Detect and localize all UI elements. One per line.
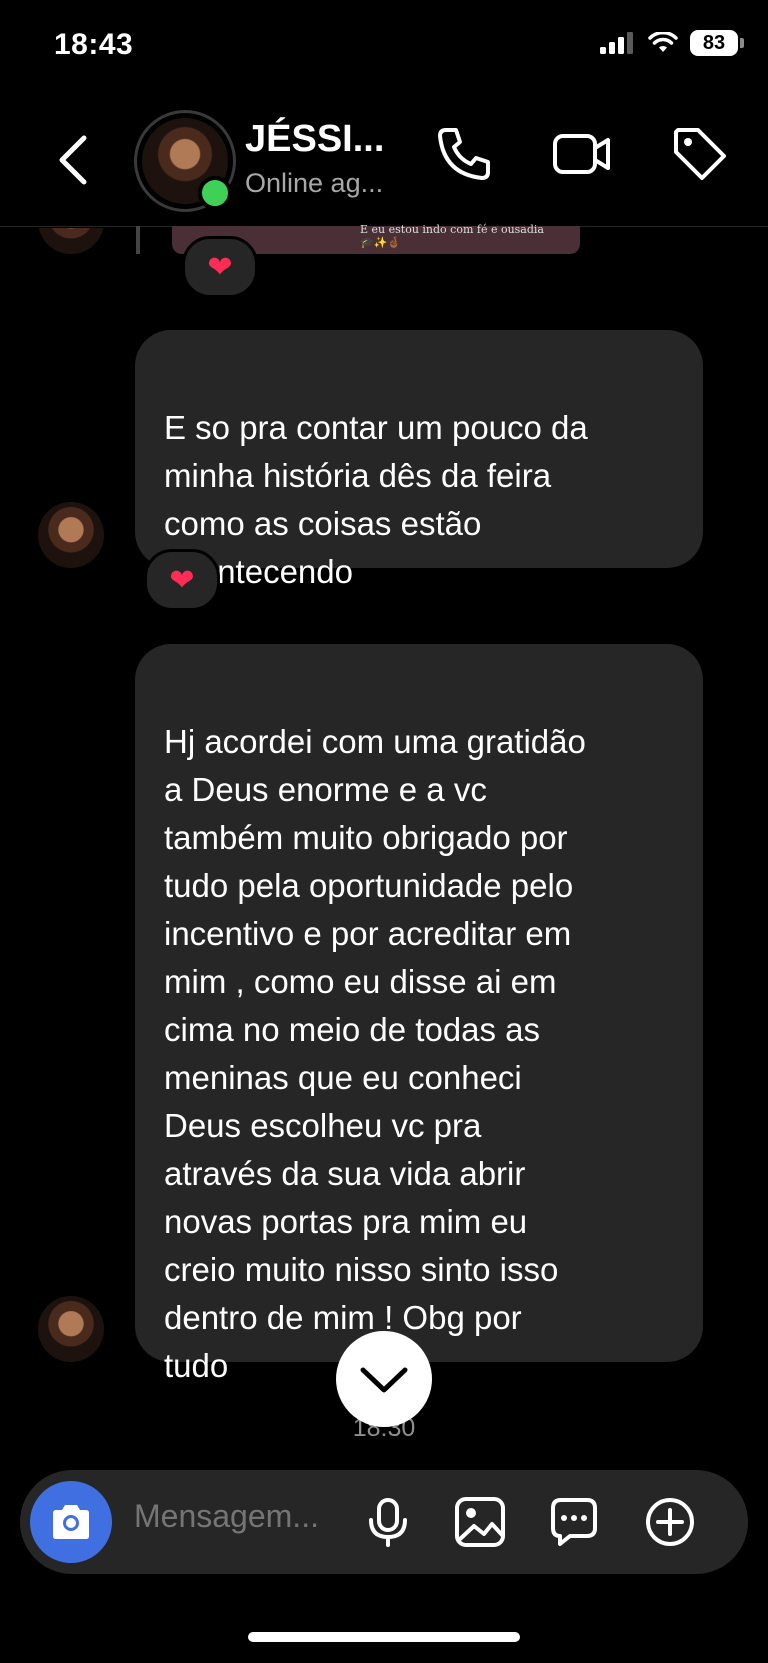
media-caption-emojis: 🎓✨🤞🏾 [360, 236, 402, 249]
sticker-icon[interactable] [548, 1496, 600, 1548]
message-composer [20, 1470, 748, 1574]
camera-icon [53, 1505, 89, 1539]
signal-icon [600, 32, 633, 54]
tag-icon[interactable] [668, 122, 732, 186]
scroll-to-bottom-button[interactable] [336, 1331, 432, 1427]
message-text: Hj acordei com uma gratidão a Deus enorm… [164, 723, 586, 1384]
contact-name[interactable]: JÉSSI... [245, 118, 384, 161]
heart-reaction[interactable]: ❤ [182, 236, 258, 298]
phone-icon[interactable] [432, 122, 496, 186]
plus-icon[interactable] [644, 1496, 696, 1548]
gallery-icon[interactable] [454, 1496, 506, 1548]
wifi-icon [648, 32, 678, 52]
message-bubble[interactable]: Hj acordei com uma gratidão a Deus enorm… [135, 644, 703, 1384]
online-indicator [198, 176, 232, 210]
heart-reaction[interactable]: ❤ [144, 549, 220, 611]
media-caption: E eu estou indo com fé e ousadia 🎓✨🤞🏾 [360, 223, 544, 249]
back-chevron-icon[interactable] [50, 130, 100, 190]
camera-button[interactable] [30, 1481, 112, 1563]
media-caption-text: E eu estou indo com fé e ousadia [360, 223, 544, 236]
sender-avatar [38, 1296, 104, 1362]
reply-bar [136, 226, 140, 254]
contact-status: Online ag... [245, 168, 384, 198]
microphone-icon[interactable] [362, 1496, 414, 1548]
heart-icon: ❤ [207, 250, 233, 284]
chat-header: JÉSSI... Online ag... [0, 100, 768, 227]
status-time: 18:43 [54, 28, 134, 61]
chevron-down-icon [360, 1367, 408, 1393]
message-input[interactable] [134, 1498, 334, 1535]
sender-avatar [38, 502, 104, 568]
battery-indicator: 83 [690, 30, 744, 56]
video-icon[interactable] [550, 122, 614, 186]
heart-icon: ❤ [169, 563, 195, 597]
home-indicator [248, 1632, 520, 1642]
status-icons: 83 [600, 30, 744, 56]
message-text: E so pra contar um pouco da minha histór… [164, 409, 588, 590]
message-bubble[interactable]: E so pra contar um pouco da minha histór… [135, 330, 703, 590]
